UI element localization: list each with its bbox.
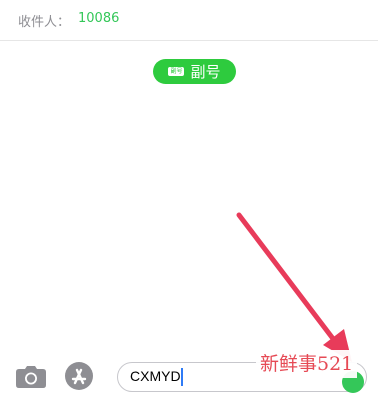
watermark-text: 新鲜事521	[256, 350, 358, 378]
camera-icon[interactable]	[16, 366, 46, 388]
badge-icon-text: 副号	[170, 67, 183, 75]
message-input-value: CXMYD	[130, 368, 181, 384]
badge-label: 副号	[190, 63, 221, 81]
sub-number-badge[interactable]: 副号 副号	[153, 59, 236, 84]
text-cursor	[181, 368, 183, 386]
app-store-icon[interactable]	[65, 362, 93, 390]
recipient-number[interactable]: 10086	[78, 11, 119, 26]
recipient-label: 收件人：	[18, 15, 71, 30]
recipient-bar[interactable]: 收件人： 10086	[0, 0, 378, 41]
sim-card-icon: 副号	[168, 67, 185, 76]
